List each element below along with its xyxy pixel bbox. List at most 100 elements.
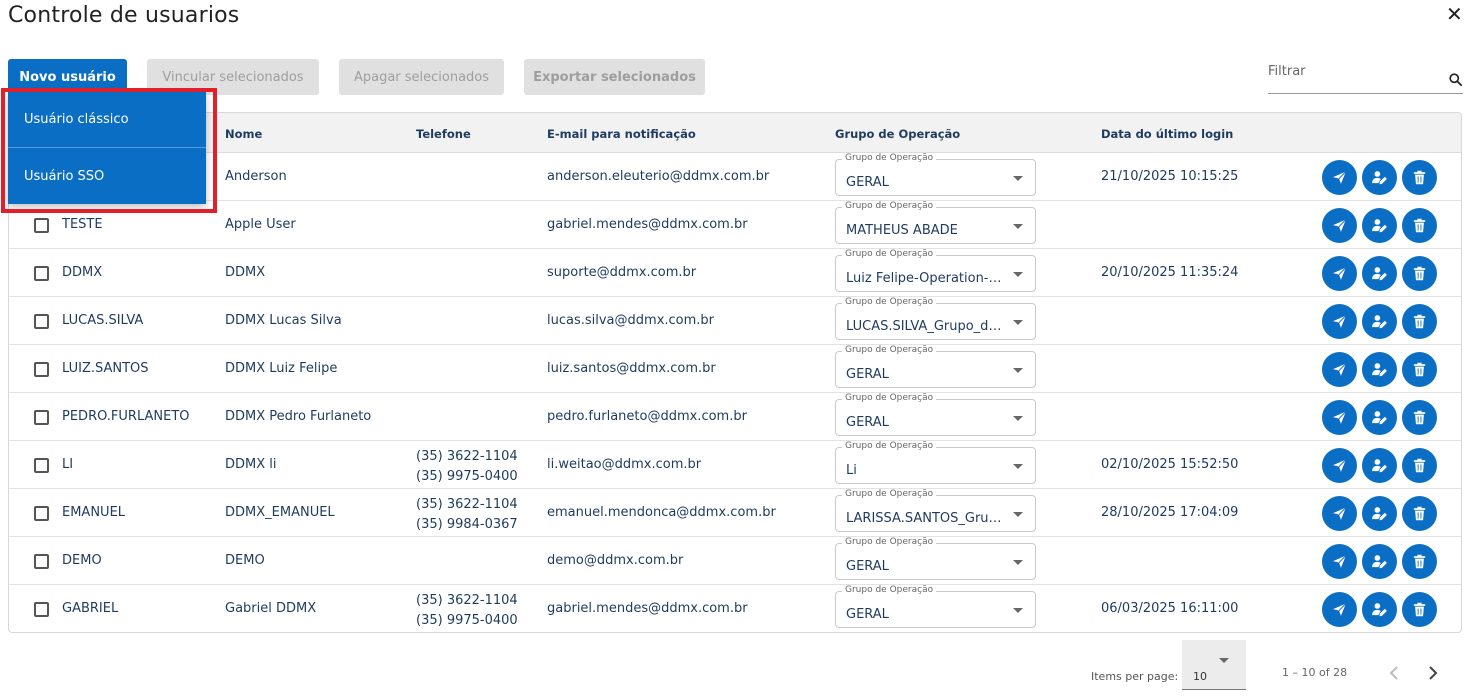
edit-user-icon[interactable] <box>1362 352 1397 387</box>
operation-group-value: GERAL <box>846 415 889 430</box>
edit-user-icon[interactable] <box>1362 304 1397 339</box>
send-icon[interactable] <box>1322 448 1357 483</box>
operation-group-value: GERAL <box>846 607 889 622</box>
row-login: PEDRO.FURLANETO <box>62 409 190 424</box>
chevron-down-icon <box>1013 512 1023 517</box>
row-last-login: 20/10/2025 11:35:24 <box>1101 265 1239 280</box>
chevron-down-icon <box>1013 464 1023 469</box>
send-icon[interactable] <box>1322 352 1357 387</box>
menu-item-sso-user[interactable]: Usuário SSO <box>8 148 206 204</box>
users-table: Nome Telefone E-mail para notificação Gr… <box>8 112 1462 633</box>
trash-icon[interactable] <box>1402 160 1437 195</box>
operation-group-select[interactable]: Grupo de Operação LUCAS.SILVA_Grupo_de… <box>835 297 1036 340</box>
table-row: DDMX DDMX suporte@ddmx.com.br Grupo de Oper… <box>9 249 1461 297</box>
trash-icon[interactable] <box>1402 352 1437 387</box>
send-icon[interactable] <box>1322 496 1357 531</box>
edit-user-icon[interactable] <box>1362 256 1397 291</box>
row-name: DDMX Lucas Silva <box>225 313 342 328</box>
operation-group-select[interactable]: Grupo de Operação GERAL <box>835 537 1036 580</box>
row-phone: (35) 3622-1104 (35) 9975-0400 <box>416 591 518 631</box>
operation-group-value: Li <box>846 463 857 478</box>
row-checkbox[interactable] <box>34 314 49 329</box>
edit-user-icon[interactable] <box>1362 592 1397 627</box>
row-checkbox[interactable] <box>34 218 49 233</box>
menu-item-classic-user[interactable]: Usuário clássico <box>8 92 206 148</box>
operation-group-select[interactable]: Grupo de Operação GERAL <box>835 585 1036 628</box>
items-per-page-label: Items per page: <box>1091 670 1179 683</box>
filter-label: Filtrar <box>1268 64 1306 79</box>
send-icon[interactable] <box>1322 400 1357 435</box>
edit-user-icon[interactable] <box>1362 208 1397 243</box>
send-icon[interactable] <box>1322 160 1357 195</box>
row-last-login: 02/10/2025 15:52:50 <box>1101 457 1239 472</box>
row-name: DDMX Pedro Furlaneto <box>225 409 372 424</box>
operation-group-select[interactable]: Grupo de Operação MATHEUS ABADE <box>835 201 1036 244</box>
col-phone[interactable]: Telefone <box>416 127 471 141</box>
col-name[interactable]: Nome <box>225 127 262 141</box>
next-page-icon[interactable] <box>1422 660 1444 686</box>
operation-group-value: LUCAS.SILVA_Grupo_de… <box>846 319 1006 334</box>
table-row: Anderson anderson.eleuterio@ddmx.com.br Gr… <box>9 153 1461 201</box>
search-icon[interactable] <box>1448 72 1463 87</box>
new-user-button[interactable]: Novo usuário <box>8 59 127 95</box>
edit-user-icon[interactable] <box>1362 400 1397 435</box>
row-checkbox[interactable] <box>34 602 49 617</box>
trash-icon[interactable] <box>1402 304 1437 339</box>
operation-group-select[interactable]: Grupo de Operação GERAL <box>835 393 1036 436</box>
row-phone-1: (35) 3622-1104 <box>416 593 518 608</box>
delete-selected-button[interactable]: Apagar selecionados <box>339 59 504 95</box>
row-checkbox[interactable] <box>34 362 49 377</box>
operation-group-select[interactable]: Grupo de Operação Luiz Felipe-Operation-… <box>835 249 1036 292</box>
col-last-login[interactable]: Data do último login <box>1101 127 1233 141</box>
trash-icon[interactable] <box>1402 592 1437 627</box>
trash-icon[interactable] <box>1402 496 1437 531</box>
filter-input[interactable]: Filtrar <box>1268 60 1463 94</box>
operation-group-value: GERAL <box>846 559 889 574</box>
edit-user-icon[interactable] <box>1362 496 1397 531</box>
row-login: LI <box>62 457 74 472</box>
close-icon[interactable]: ✕ <box>1446 4 1463 24</box>
trash-icon[interactable] <box>1402 400 1437 435</box>
col-group[interactable]: Grupo de Operação <box>835 127 960 141</box>
trash-icon[interactable] <box>1402 448 1437 483</box>
operation-group-select[interactable]: Grupo de Operação LARISSA.SANTOS_Grup… <box>835 489 1036 532</box>
row-checkbox[interactable] <box>34 410 49 425</box>
operation-group-label: Grupo de Operação <box>842 585 937 595</box>
edit-user-icon[interactable] <box>1362 160 1397 195</box>
export-selected-button[interactable]: Exportar selecionados <box>524 59 705 95</box>
edit-user-icon[interactable] <box>1362 544 1397 579</box>
row-email: pedro.furlaneto@ddmx.com.br <box>547 409 747 424</box>
row-name: Apple User <box>225 217 296 232</box>
operation-group-label: Grupo de Operação <box>842 441 937 451</box>
operation-group-select[interactable]: Grupo de Operação GERAL <box>835 345 1036 388</box>
row-email: demo@ddmx.com.br <box>547 553 684 568</box>
send-icon[interactable] <box>1322 256 1357 291</box>
operation-group-select[interactable]: Grupo de Operação GERAL <box>835 153 1036 196</box>
previous-page-icon[interactable] <box>1383 660 1405 686</box>
col-email[interactable]: E-mail para notificação <box>547 127 696 141</box>
operation-group-label: Grupo de Operação <box>842 537 937 547</box>
trash-icon[interactable] <box>1402 256 1437 291</box>
send-icon[interactable] <box>1322 304 1357 339</box>
operation-group-select[interactable]: Grupo de Operação Li <box>835 441 1036 484</box>
table-row: DEMO DEMO demo@ddmx.com.br Grupo de Operaçã… <box>9 537 1461 585</box>
send-icon[interactable] <box>1322 592 1357 627</box>
table-row: GABRIEL Gabriel DDMX (35) 3622-1104 (35) 99… <box>9 585 1461 632</box>
row-checkbox[interactable] <box>34 554 49 569</box>
table-row: LI DDMX li (35) 3622-1104 (35) 9975-0400 li.… <box>9 441 1461 489</box>
send-icon[interactable] <box>1322 544 1357 579</box>
row-checkbox[interactable] <box>34 506 49 521</box>
edit-user-icon[interactable] <box>1362 448 1397 483</box>
row-name: DDMX Luiz Felipe <box>225 361 338 376</box>
trash-icon[interactable] <box>1402 208 1437 243</box>
trash-icon[interactable] <box>1402 544 1437 579</box>
chevron-down-icon <box>1013 272 1023 277</box>
row-checkbox[interactable] <box>34 458 49 473</box>
operation-group-label: Grupo de Operação <box>842 249 937 259</box>
row-phone-1: (35) 3622-1104 <box>416 449 518 464</box>
send-icon[interactable] <box>1322 208 1357 243</box>
link-selected-button[interactable]: Vincular selecionados <box>147 59 319 95</box>
items-per-page-select[interactable]: 10 <box>1182 640 1246 690</box>
row-checkbox[interactable] <box>34 266 49 281</box>
row-email: luiz.santos@ddmx.com.br <box>547 361 716 376</box>
